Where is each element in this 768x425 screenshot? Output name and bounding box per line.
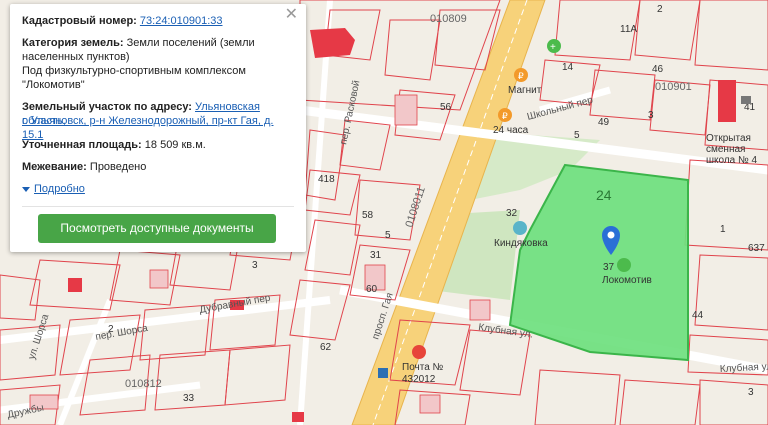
cadastral-block-label: 010809 <box>430 13 467 25</box>
svg-text:5: 5 <box>574 130 580 141</box>
svg-text:432012: 432012 <box>402 374 436 385</box>
svg-text:Локомотив: Локомотив <box>602 275 652 286</box>
svg-text:60: 60 <box>366 284 378 295</box>
svg-text:3: 3 <box>748 387 754 398</box>
svg-text:+: + <box>550 42 556 53</box>
usage-line-2: "Локомотив" <box>22 79 85 91</box>
category-row: Категория земель: Земли поселений (земли <box>22 36 294 50</box>
bus-stop-icon[interactable] <box>378 368 388 378</box>
svg-text:₽: ₽ <box>518 71 524 81</box>
svg-text:44: 44 <box>692 310 704 321</box>
view-documents-button[interactable]: Посмотреть доступные документы <box>38 214 276 243</box>
svg-text:62: 62 <box>320 342 332 353</box>
cadastral-row: Кадастровый номер: 73:24:010901:33 <box>22 14 294 28</box>
area-row: Уточненная площадь: 18 509 кв.м. <box>22 138 294 152</box>
svg-text:сменная: сменная <box>706 144 745 155</box>
svg-text:32: 32 <box>506 208 518 219</box>
svg-text:37: 37 <box>603 262 615 273</box>
cadastral-number-link[interactable]: 73:24:010901:33 <box>140 15 223 27</box>
category-value: Земли поселений (земли <box>126 37 255 49</box>
svg-text:49: 49 <box>598 117 610 128</box>
chevron-down-icon[interactable] <box>22 186 30 192</box>
survey-value: Проведено <box>89 161 147 173</box>
poi-pharmacy-icon[interactable]: + <box>547 39 561 53</box>
survey-row: Межевание: Проведено <box>22 160 294 174</box>
svg-text:3: 3 <box>648 110 654 121</box>
survey-label: Межевание: <box>22 161 87 173</box>
svg-text:Открытая: Открытая <box>706 133 751 144</box>
svg-text:школа № 4: школа № 4 <box>706 155 758 166</box>
svg-text:58: 58 <box>362 210 374 221</box>
svg-text:Магнит: Магнит <box>508 85 542 96</box>
svg-text:46: 46 <box>652 64 664 75</box>
usage-line-1: Под физкультурно-спортивным комплексом <box>22 65 246 77</box>
svg-text:637: 637 <box>748 243 765 254</box>
address-label: Земельный участок по адресу: <box>22 101 192 113</box>
svg-text:1: 1 <box>720 224 726 235</box>
svg-text:33: 33 <box>183 393 195 404</box>
cadastral-block-label: 010901 <box>655 81 692 93</box>
svg-text:56: 56 <box>440 102 452 113</box>
svg-text:Почта №: Почта № <box>402 362 444 373</box>
parcel-info-popup: ✕ Кадастровый номер: 73:24:010901:33 Кат… <box>10 4 306 252</box>
svg-text:24: 24 <box>596 187 612 203</box>
svg-text:418: 418 <box>318 174 335 185</box>
category-value-cont: населенных пунктов) <box>22 51 130 63</box>
svg-text:Киндяковка: Киндяковка <box>494 238 548 249</box>
area-label: Уточненная площадь: <box>22 139 142 151</box>
category-label: Категория земель: <box>22 37 124 49</box>
svg-text:11А: 11А <box>620 24 637 35</box>
details-row: Подробно <box>22 182 294 196</box>
svg-text:2: 2 <box>657 4 663 15</box>
svg-text:31: 31 <box>370 250 382 261</box>
cadastral-block-label: 010812 <box>125 378 162 390</box>
svg-text:24 часа: 24 часа <box>493 125 529 136</box>
svg-text:14: 14 <box>562 62 574 73</box>
svg-text:5: 5 <box>385 230 391 241</box>
svg-text:₽: ₽ <box>502 111 508 121</box>
svg-text:3: 3 <box>252 260 258 271</box>
area-value: 18 509 кв.м. <box>144 139 206 151</box>
cadastral-label: Кадастровый номер: <box>22 15 137 27</box>
divider <box>22 206 294 207</box>
details-link[interactable]: Подробно <box>34 183 85 195</box>
